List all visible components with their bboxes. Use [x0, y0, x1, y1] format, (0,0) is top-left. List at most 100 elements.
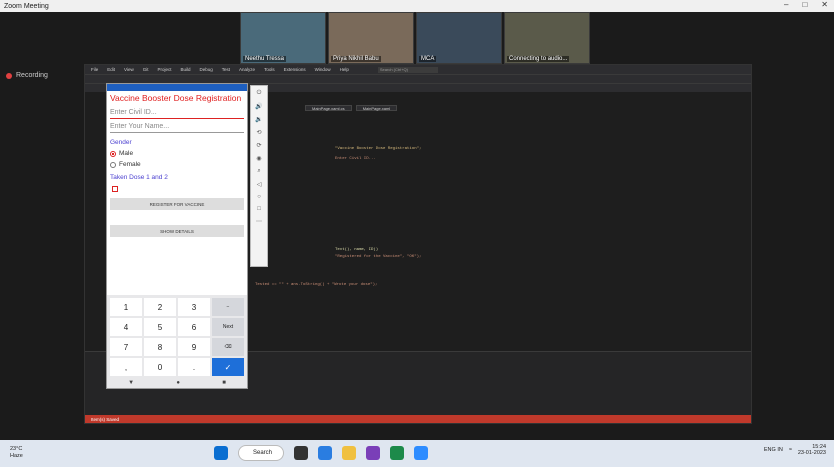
vs-menu-git[interactable]: Git	[143, 67, 149, 72]
vs-menu-debug[interactable]: Debug	[200, 67, 213, 72]
recording-label: Recording	[16, 72, 48, 79]
male-radio[interactable]	[110, 150, 116, 157]
overview-icon[interactable]: □	[257, 206, 261, 212]
clock-date: 23-01-2023	[797, 450, 826, 456]
back-icon[interactable]: ◁	[257, 181, 262, 188]
dose-label: Taken Dose 1 and 2	[110, 174, 168, 181]
weather-widget[interactable]: 23°C Haze	[10, 446, 23, 460]
app-title: Vaccine Booster Dose Registration	[110, 93, 242, 103]
vs-menu-window[interactable]: Window	[315, 67, 331, 72]
window-controls: – □ ✕	[784, 0, 828, 9]
zoom-title: Zoom Meeting	[4, 2, 49, 10]
participant-name: MCA	[419, 56, 437, 62]
excel-icon[interactable]	[390, 446, 404, 460]
vs-menu-project[interactable]: Project	[157, 67, 171, 72]
android-nav-bar: ▼ ● ■	[107, 378, 247, 388]
task-view-icon[interactable]	[294, 446, 308, 460]
key-next[interactable]: Next	[212, 318, 244, 336]
zoom-title-bar: Zoom Meeting – □ ✕	[0, 0, 834, 12]
home-icon[interactable]: ●	[176, 380, 180, 386]
key-comma[interactable]: ,	[110, 358, 142, 376]
key-done[interactable]: ✓	[212, 358, 244, 376]
power-icon[interactable]: ⏻	[257, 90, 262, 97]
vs-menu-tools[interactable]: Tools	[264, 67, 275, 72]
rotate-right-icon[interactable]: ⟳	[256, 142, 261, 149]
back-icon[interactable]: ▼	[128, 380, 134, 386]
zoom-icon[interactable]: ⌕	[257, 168, 260, 175]
start-icon[interactable]	[214, 446, 228, 460]
tab-mainpage-xaml[interactable]: MainPage.xaml	[355, 105, 398, 111]
numeric-keypad: 1 2 3 − 4 5 6 Next 7 8 9 ⌫ , 0 . ✓	[107, 295, 247, 379]
participant-name: Connecting to audio...	[507, 56, 570, 62]
taskbar-search-label: Search	[253, 450, 273, 456]
participant-tile[interactable]: Connecting to audio...	[504, 12, 590, 64]
key-3[interactable]: 3	[178, 298, 210, 316]
recording-indicator[interactable]: Recording	[6, 72, 48, 79]
vs-status-bar: Item(s) Saved	[85, 415, 751, 423]
maximize-icon[interactable]: □	[802, 0, 807, 9]
participant-name: Priya Nikhil Babu	[331, 56, 381, 62]
editor-tabs: MainPage.xaml.cs MainPage.xaml	[305, 105, 398, 111]
taskbar-search[interactable]: Search	[238, 445, 284, 461]
key-1[interactable]: 1	[110, 298, 142, 316]
more-icon[interactable]: ⋯	[256, 218, 262, 225]
key-dot[interactable]: .	[178, 358, 210, 376]
key-0[interactable]: 0	[144, 358, 176, 376]
key-6[interactable]: 6	[178, 318, 210, 336]
female-radio-row[interactable]: Female	[107, 159, 247, 170]
vs-menu-view[interactable]: View	[124, 67, 134, 72]
key-2[interactable]: 2	[144, 298, 176, 316]
taskbar-apps: Search	[214, 445, 428, 461]
male-radio-row[interactable]: Male	[107, 148, 247, 159]
rotate-left-icon[interactable]: ⟲	[256, 129, 261, 136]
visual-studio-icon[interactable]	[366, 446, 380, 460]
tab-mainpage-cs[interactable]: MainPage.xaml.cs	[305, 105, 352, 111]
key-8[interactable]: 8	[144, 338, 176, 356]
dose-checkbox[interactable]	[112, 186, 118, 192]
key-5[interactable]: 5	[144, 318, 176, 336]
zoom-icon[interactable]	[414, 446, 428, 460]
recents-icon[interactable]: ■	[222, 380, 226, 386]
participant-tile[interactable]: MCA	[416, 12, 502, 64]
volume-up-icon[interactable]: 🔊	[255, 103, 262, 110]
language-indicator[interactable]: ENG IN	[764, 447, 783, 453]
vs-menu-test[interactable]: Test	[222, 67, 230, 72]
participant-name: Neethu Tressa	[243, 56, 287, 62]
code-line: "Vaccine Booster Dose Registration";	[335, 147, 422, 151]
vs-menu-analyze[interactable]: Analyze	[239, 67, 255, 72]
key-minus[interactable]: −	[212, 298, 244, 316]
register-button[interactable]: REGISTER FOR VACCINE	[110, 198, 244, 210]
vs-menu-extensions[interactable]: Extensions	[284, 67, 306, 72]
vs-menu-help[interactable]: Help	[340, 67, 349, 72]
vs-menu-build[interactable]: Build	[181, 67, 191, 72]
backspace-key[interactable]: ⌫	[212, 338, 244, 356]
name-input[interactable]: Enter Your Name...	[110, 121, 244, 133]
file-explorer-icon[interactable]	[342, 446, 356, 460]
edge-icon[interactable]	[318, 446, 332, 460]
system-tray: ENG IN ≈ 15:24 23-01-2023	[764, 444, 826, 456]
clock[interactable]: 15:24 23-01-2023	[798, 444, 826, 456]
home-icon[interactable]: ○	[257, 194, 261, 200]
camera-icon[interactable]: ◉	[256, 155, 261, 162]
wifi-icon[interactable]: ≈	[789, 447, 792, 453]
female-radio[interactable]	[110, 161, 116, 168]
code-line: Tested == "" + ans.ToString() + "Wrote y…	[255, 283, 378, 287]
minimize-icon[interactable]: –	[784, 0, 788, 9]
volume-down-icon[interactable]: 🔉	[255, 116, 262, 123]
participant-tile[interactable]: Neethu Tressa	[240, 12, 326, 64]
code-line: "Registered for the Vaccine", "OK");	[335, 255, 422, 259]
key-7[interactable]: 7	[110, 338, 142, 356]
civil-id-input[interactable]: Enter Civil ID...	[110, 107, 244, 119]
status-text: Item(s) Saved	[91, 416, 120, 422]
code-line: Text(), name, ID()	[335, 248, 379, 252]
female-label: Female	[119, 161, 141, 168]
show-details-button[interactable]: SHOW DETAILS	[110, 225, 244, 237]
vs-menu-edit[interactable]: Edit	[107, 67, 115, 72]
participant-tile[interactable]: Priya Nikhil Babu	[328, 12, 414, 64]
vs-menu-file[interactable]: File	[91, 67, 98, 72]
key-9[interactable]: 9	[178, 338, 210, 356]
vs-search-input[interactable]: Search (Ctrl+Q)	[377, 66, 438, 73]
key-4[interactable]: 4	[110, 318, 142, 336]
temperature: 23°C	[10, 446, 23, 452]
close-icon[interactable]: ✕	[821, 0, 828, 9]
